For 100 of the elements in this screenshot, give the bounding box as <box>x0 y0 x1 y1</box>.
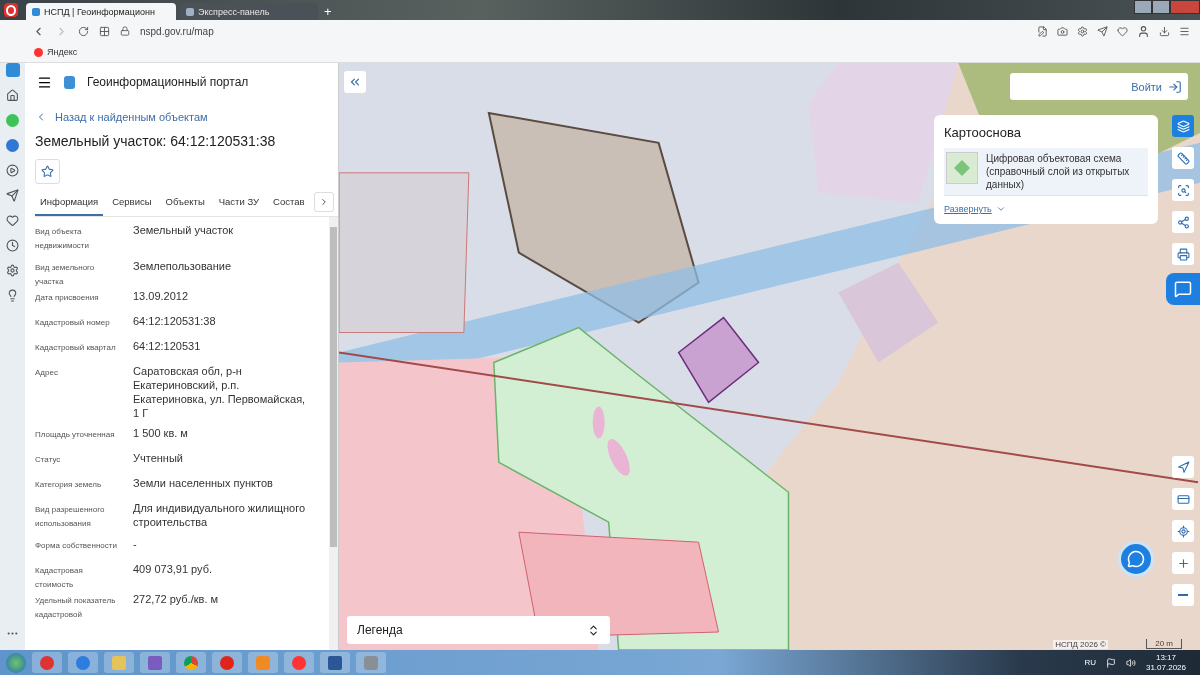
portal-logo-icon <box>64 75 75 89</box>
property-value: 64:12:120531:38 <box>133 314 217 329</box>
browser-tab[interactable]: НСПД | Геоинформационн <box>26 3 176 20</box>
property-value: - <box>133 537 138 552</box>
ruler-button[interactable] <box>1172 147 1194 169</box>
download-icon[interactable] <box>1159 25 1170 37</box>
panel-tab[interactable]: Состав <box>268 192 310 216</box>
navigation-button[interactable] <box>1172 456 1194 478</box>
heart-icon[interactable] <box>6 214 19 227</box>
panel-tab[interactable]: Части ЗУ <box>213 192 265 216</box>
panel-tab[interactable]: Объекты <box>160 192 210 216</box>
printer-button[interactable] <box>1172 243 1194 265</box>
property-value: 409 073,91 руб. <box>133 562 214 577</box>
heart-icon[interactable] <box>1117 25 1128 37</box>
zoom-out-button[interactable] <box>1172 584 1194 606</box>
bookmark-link[interactable]: Яндекс <box>47 47 78 57</box>
speech-bubble-icon <box>1174 280 1192 298</box>
zoom-in-button[interactable] <box>1172 552 1194 574</box>
property-value: Для индивидуального жилищного строительства <box>133 501 307 530</box>
new-tab-button[interactable]: + <box>324 3 332 20</box>
property-value: 13.09.2012 <box>133 289 190 304</box>
lock-icon <box>120 26 130 36</box>
card-title: Картооснова <box>944 125 1022 140</box>
property-label: Статус <box>35 454 62 466</box>
card-icon <box>1176 492 1190 506</box>
star-icon <box>41 165 54 178</box>
address-field[interactable]: nspd.gov.ru/map <box>140 25 214 37</box>
favorite-button[interactable] <box>35 159 60 184</box>
card-button[interactable] <box>1172 488 1194 510</box>
flag-icon[interactable] <box>1105 657 1116 668</box>
maximize-button[interactable] <box>1152 0 1170 14</box>
back-link[interactable]: Назад к найденным объектам <box>35 111 338 123</box>
edit-icon[interactable] <box>1037 25 1048 37</box>
browser-tab[interactable]: Экспресс-панель <box>180 3 318 20</box>
property-label: Вид земельного участка <box>35 262 96 288</box>
property-value: 272,72 руб./кв. м <box>133 592 220 607</box>
portal-title: Геоинформационный портал <box>87 75 249 89</box>
panel-tab[interactable]: Сервисы <box>107 192 157 216</box>
legend-dropdown[interactable]: Легенда <box>347 616 610 644</box>
minimize-button[interactable] <box>1134 0 1152 14</box>
settings-icon[interactable] <box>1077 25 1088 37</box>
home-icon[interactable] <box>6 89 19 102</box>
property-label: Площадь уточненная <box>35 429 116 441</box>
close-button[interactable] <box>1170 0 1200 14</box>
property-value: Саратовская обл, р-н Екатериновский, р.п. Екатериновка, ул. Первомайская, 1 Г <box>133 364 307 420</box>
send-icon[interactable] <box>6 189 19 202</box>
send-icon[interactable] <box>1097 25 1108 37</box>
ruler-icon <box>1176 151 1190 165</box>
expand-link[interactable]: Развернуть <box>944 204 1006 214</box>
property-label: Кадастровый квартал <box>35 342 117 354</box>
map-attribution: НСПД 2026 © <box>1053 640 1108 649</box>
reload-icon[interactable] <box>78 25 89 37</box>
selection-icon <box>1176 183 1190 197</box>
up-down-icon <box>587 623 600 637</box>
lightbulb-icon[interactable] <box>6 289 19 302</box>
login-button[interactable]: Войти <box>1010 73 1188 100</box>
chat-button[interactable] <box>1166 273 1200 305</box>
clock[interactable]: 13:17 31.07.2026 <box>1145 652 1186 673</box>
property-label: Категория земель <box>35 479 103 491</box>
volume-icon[interactable] <box>1125 657 1136 668</box>
panel-tab[interactable]: Информация <box>35 192 104 216</box>
bookmark-icon <box>34 47 43 57</box>
taskbar-app[interactable] <box>140 652 170 673</box>
property-label: Вид объекта недвижимости <box>35 226 90 252</box>
speech-bubble-icon <box>1127 550 1145 568</box>
selection-button[interactable] <box>1172 179 1194 201</box>
target-icon <box>1176 524 1190 538</box>
camera-icon[interactable] <box>1057 25 1068 37</box>
property-value: Учтенный <box>133 451 184 466</box>
taskbar-app[interactable] <box>212 652 242 673</box>
profile-icon[interactable] <box>1137 24 1150 38</box>
property-label: Адрес <box>35 367 59 379</box>
property-value: 64:12:120531 <box>133 339 202 354</box>
property-value: Землепользование <box>133 259 233 274</box>
settings-icon[interactable] <box>6 264 19 277</box>
layers-button[interactable] <box>1172 115 1194 137</box>
property-value: 1 500 кв. м <box>133 426 189 441</box>
menu-icon[interactable] <box>37 74 52 90</box>
navigation-icon <box>1176 460 1190 474</box>
language-indicator[interactable]: RU <box>1084 658 1096 667</box>
taskbar-app[interactable] <box>320 652 350 673</box>
object-title: Земельный участок: 64:12:120531:38 <box>35 133 277 149</box>
target-button[interactable] <box>1172 520 1194 542</box>
browser-logo-icon[interactable] <box>4 3 18 17</box>
property-value: Земли населенных пунктов <box>133 476 274 491</box>
share-button[interactable] <box>1172 211 1194 233</box>
start-button[interactable] <box>6 652 26 673</box>
property-label: Кадастровый номер <box>35 317 111 329</box>
collapse-button[interactable] <box>344 71 366 93</box>
play-icon[interactable] <box>6 164 19 177</box>
layer-item[interactable]: Цифровая объектовая схема (справочный слой из открытых данных) <box>944 148 1148 196</box>
grid-icon[interactable] <box>99 25 110 37</box>
login-icon <box>1168 79 1182 94</box>
taskbar-app[interactable] <box>176 652 206 673</box>
double-chevron-icon <box>348 75 362 89</box>
printer-icon <box>1176 247 1190 261</box>
clock-icon[interactable] <box>6 239 19 252</box>
property-label: Дата присвоения <box>35 292 100 304</box>
share-icon <box>1176 215 1190 229</box>
property-label: Удельный показатель кадастровой <box>35 595 117 621</box>
